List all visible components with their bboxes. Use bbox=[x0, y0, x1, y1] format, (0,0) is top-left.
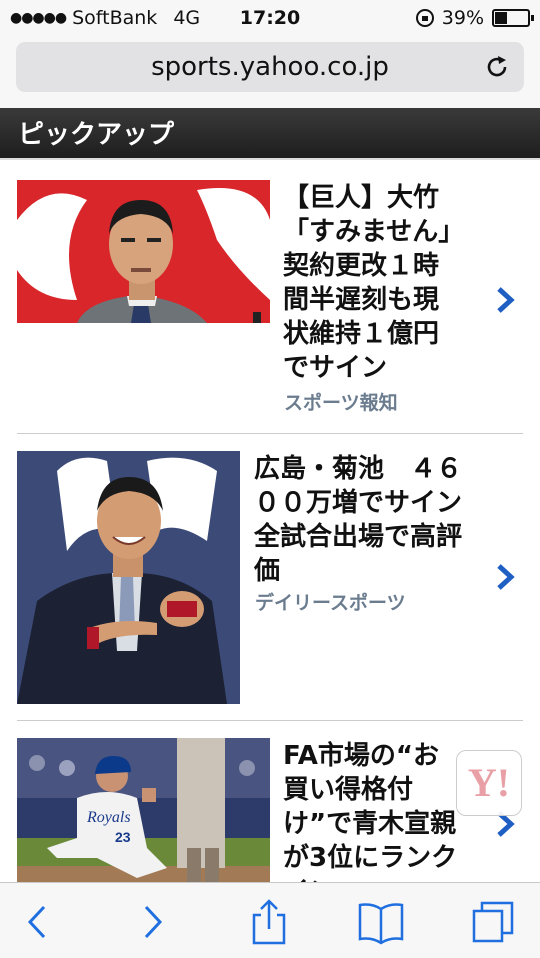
player-photo-1 bbox=[17, 180, 270, 323]
share-icon[interactable] bbox=[244, 897, 294, 947]
battery-percent: 39% bbox=[441, 7, 484, 29]
address-bar[interactable]: sports.yahoo.co.jp bbox=[16, 42, 524, 92]
article-item-1[interactable]: 【巨人】大竹「すみません」契約更改１時間半遅刻も現状維持１億円でサイン スポーツ… bbox=[0, 163, 540, 433]
battery-icon bbox=[492, 9, 534, 27]
status-right: 39% bbox=[415, 7, 534, 29]
url-text: sports.yahoo.co.jp bbox=[151, 52, 389, 82]
article-source: デイリースポーツ bbox=[255, 592, 406, 614]
article-headline: 【巨人】大竹「すみません」契約更改１時間半遅刻も現状維持１億円でサイン bbox=[283, 183, 452, 383]
forward-icon[interactable] bbox=[128, 897, 178, 947]
player-photo-2 bbox=[17, 451, 240, 704]
pickup-section-header: ピックアップ bbox=[0, 108, 540, 160]
yahoo-floating-button[interactable]: Y! bbox=[456, 750, 522, 816]
jersey-text: Royals bbox=[86, 809, 131, 826]
jersey-number: 23 bbox=[115, 829, 131, 845]
article-item-2[interactable]: 広島・菊池 ４６００万増でサイン 全試合出場で高評価 デイリースポーツ bbox=[0, 434, 540, 720]
section-title: ピックアップ bbox=[18, 120, 175, 150]
battery-fill bbox=[495, 12, 508, 24]
article-source: スポーツ報知 bbox=[284, 392, 398, 414]
article-thumbnail[interactable] bbox=[17, 180, 270, 323]
chevron-right-icon[interactable] bbox=[494, 285, 516, 315]
browser-chrome: sports.yahoo.co.jp bbox=[0, 36, 540, 108]
reload-icon[interactable] bbox=[484, 54, 510, 80]
yahoo-logo-icon: Y! bbox=[467, 760, 511, 805]
article-headline: 広島・菊池 ４６００万増でサイン 全試合出場で高評価 bbox=[254, 454, 489, 586]
status-bar: ●●●●● SoftBank 4G 17:20 39% bbox=[0, 0, 540, 36]
bookmarks-icon[interactable] bbox=[356, 897, 406, 947]
chevron-right-icon[interactable] bbox=[494, 562, 516, 592]
player-photo-3: Royals 23 bbox=[17, 738, 270, 882]
tabs-icon[interactable] bbox=[468, 897, 518, 947]
back-icon[interactable] bbox=[12, 897, 62, 947]
article-thumbnail[interactable] bbox=[17, 451, 240, 704]
rotation-lock-icon bbox=[415, 9, 434, 27]
article-thumbnail[interactable]: Royals 23 bbox=[17, 738, 270, 882]
browser-toolbar bbox=[0, 882, 540, 958]
